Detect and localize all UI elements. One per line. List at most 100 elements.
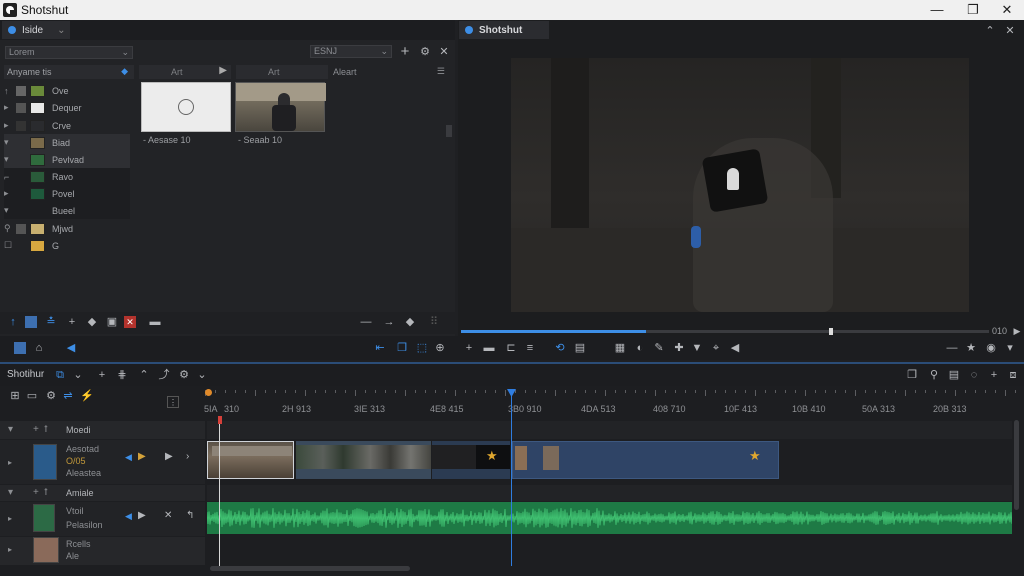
keyframe-icon[interactable]: ▼ <box>691 342 703 354</box>
lift-icon[interactable]: ⤴ <box>158 369 170 381</box>
project-dropdown[interactable]: Lorem ⌄ <box>5 46 133 59</box>
tree-item[interactable]: ↑ Ove <box>4 82 130 99</box>
delete-icon[interactable]: ✕ <box>124 316 136 328</box>
monitor-icon[interactable]: ▭ <box>26 390 38 402</box>
asset-thumbnail-video[interactable] <box>235 82 326 132</box>
search-dropdown[interactable]: ESNJ ⌄ <box>310 45 392 58</box>
play-icon[interactable]: ▶ <box>165 451 173 462</box>
chevron-down-icon[interactable]: ⌄ <box>196 369 208 381</box>
row-expand-icon[interactable]: ▸ <box>8 514 12 523</box>
viewer-progress-track[interactable] <box>461 330 989 333</box>
target-icon[interactable]: ⊕ <box>434 342 446 354</box>
tree-item[interactable]: ▸ Povel <box>4 185 130 202</box>
pen-icon[interactable]: ✎ <box>653 342 665 354</box>
timeline-h-scrollbar[interactable] <box>210 566 410 571</box>
expand-icon[interactable]: ▾ <box>4 205 16 216</box>
add-icon[interactable]: + <box>33 424 39 435</box>
copy-icon[interactable]: ❐ <box>396 342 408 354</box>
asset-thumbnail-blank[interactable] <box>141 82 231 132</box>
favorite-star-icon[interactable]: ★ <box>749 448 761 464</box>
tab-iside[interactable]: Iside ⌄ <box>2 21 70 39</box>
playhead-line[interactable] <box>511 396 512 566</box>
tree-item[interactable]: ⌐ Ravo <box>4 168 130 185</box>
layers-icon[interactable]: ▤ <box>948 369 960 381</box>
marker-icon[interactable] <box>218 416 222 424</box>
filter-icon[interactable]: ⇌ <box>62 390 74 402</box>
audio-clip[interactable] <box>207 502 1012 534</box>
mute-icon[interactable]: ✕ <box>164 510 172 521</box>
slip-icon[interactable]: ▦ <box>614 342 626 354</box>
video-frame[interactable] <box>511 58 969 312</box>
add-marker-icon[interactable]: + <box>463 342 475 354</box>
settings-icon[interactable]: ⚙ <box>419 46 431 58</box>
crop-icon[interactable]: ⌖ <box>710 342 722 354</box>
select-icon[interactable]: ⬚ <box>416 342 428 354</box>
maximize-panel-icon[interactable]: ⌃ <box>984 25 996 37</box>
expand-icon[interactable]: ⌐ <box>4 172 16 182</box>
resize-grip-icon[interactable]: ⠿ <box>428 316 440 328</box>
link-icon[interactable]: ⧉ <box>54 369 66 381</box>
split-icon[interactable]: ⊏ <box>505 342 517 354</box>
stack-icon[interactable]: ❐ <box>906 369 918 381</box>
maximize-button[interactable]: ❐ <box>956 0 990 20</box>
video-clip[interactable]: ★ <box>432 441 510 479</box>
expand-icon[interactable]: ↑ <box>4 86 16 96</box>
timeline-v-scrollbar[interactable] <box>1014 420 1019 510</box>
add-icon[interactable]: + <box>66 316 78 328</box>
expand-icon[interactable]: ⚲ <box>4 223 16 234</box>
grid-icon[interactable]: ⊞ <box>9 390 21 402</box>
viewer-progress-handle[interactable] <box>829 328 833 335</box>
tab-shotshut[interactable]: Shotshut <box>459 21 549 39</box>
chevron-down-icon[interactable]: ⌄ <box>72 369 84 381</box>
video-clip-long[interactable]: ★ <box>512 441 779 479</box>
expand-icon[interactable]: ▾ <box>4 137 16 148</box>
expand-icon[interactable]: ▾ <box>4 154 16 165</box>
close-icon[interactable]: ✕ <box>438 46 450 58</box>
snap-icon[interactable] <box>14 342 26 354</box>
back-icon[interactable]: ◀ <box>65 342 77 354</box>
expand-icon[interactable]: ▾ <box>8 424 13 435</box>
tree-item[interactable]: ▾ Biad <box>4 134 130 151</box>
video-clip[interactable] <box>296 441 431 479</box>
row-expand-icon[interactable]: ▸ <box>8 458 12 467</box>
snap-toggle-icon[interactable]: ⋕ <box>116 369 128 381</box>
more-icon[interactable]: ▾ <box>1004 342 1016 354</box>
tree-item[interactable]: ▸ Dequer <box>4 99 130 116</box>
tree-item[interactable]: ▾ Bueel <box>4 202 130 219</box>
marker-icon[interactable]: ↑ <box>7 316 19 328</box>
tag-icon[interactable]: ◆ <box>86 316 98 328</box>
add-icon[interactable]: + <box>988 369 1000 381</box>
zoom-out-icon[interactable]: — <box>946 342 958 354</box>
folder-icon[interactable]: ▣ <box>106 316 118 328</box>
chat-icon[interactable]: ◌ <box>968 369 980 381</box>
expand-icon[interactable]: ▸ <box>4 188 16 199</box>
search-icon[interactable]: ⚲ <box>928 369 940 381</box>
expand-icon[interactable]: ☐ <box>4 240 16 251</box>
trim-icon[interactable]: ≡ <box>524 342 536 354</box>
flag-icon[interactable]: ◆ <box>404 316 416 328</box>
move-icon[interactable]: ✚ <box>673 342 685 354</box>
tree-item[interactable]: ▸ Crve <box>4 117 130 134</box>
globe-icon[interactable]: ◉ <box>985 342 997 354</box>
menu-icon[interactable]: ☰ <box>437 66 445 77</box>
minimize-button[interactable]: — <box>920 0 954 20</box>
bin-scrollbar[interactable] <box>446 125 452 137</box>
next-icon[interactable]: › <box>186 451 189 462</box>
track-options-icon[interactable]: ꝉ <box>44 424 48 435</box>
fx-icon[interactable]: ⚡ <box>80 390 94 402</box>
star-icon[interactable]: ★ <box>965 342 977 354</box>
sort-icon[interactable]: ≛ <box>45 316 57 328</box>
expand-icon[interactable]: ▸ <box>4 120 16 131</box>
razor-icon[interactable]: ⌃ <box>138 369 150 381</box>
tree-item[interactable]: ☐ G <box>4 237 130 254</box>
play-icon[interactable]: ▶ <box>138 510 146 521</box>
slide-icon[interactable]: ◐ <box>634 342 646 354</box>
in-marker-icon[interactable] <box>205 389 212 396</box>
file-icon[interactable]: ▤ <box>574 342 586 354</box>
pin-icon[interactable]: ◆ <box>121 66 128 77</box>
comment-icon[interactable]: ▬ <box>149 316 161 328</box>
settings-icon[interactable]: ⚙ <box>178 369 190 381</box>
close-panel-icon[interactable]: ✕ <box>1004 25 1016 37</box>
add-icon[interactable]: + <box>33 487 39 498</box>
tree-item[interactable]: ⚲ Mjwd <box>4 220 130 237</box>
